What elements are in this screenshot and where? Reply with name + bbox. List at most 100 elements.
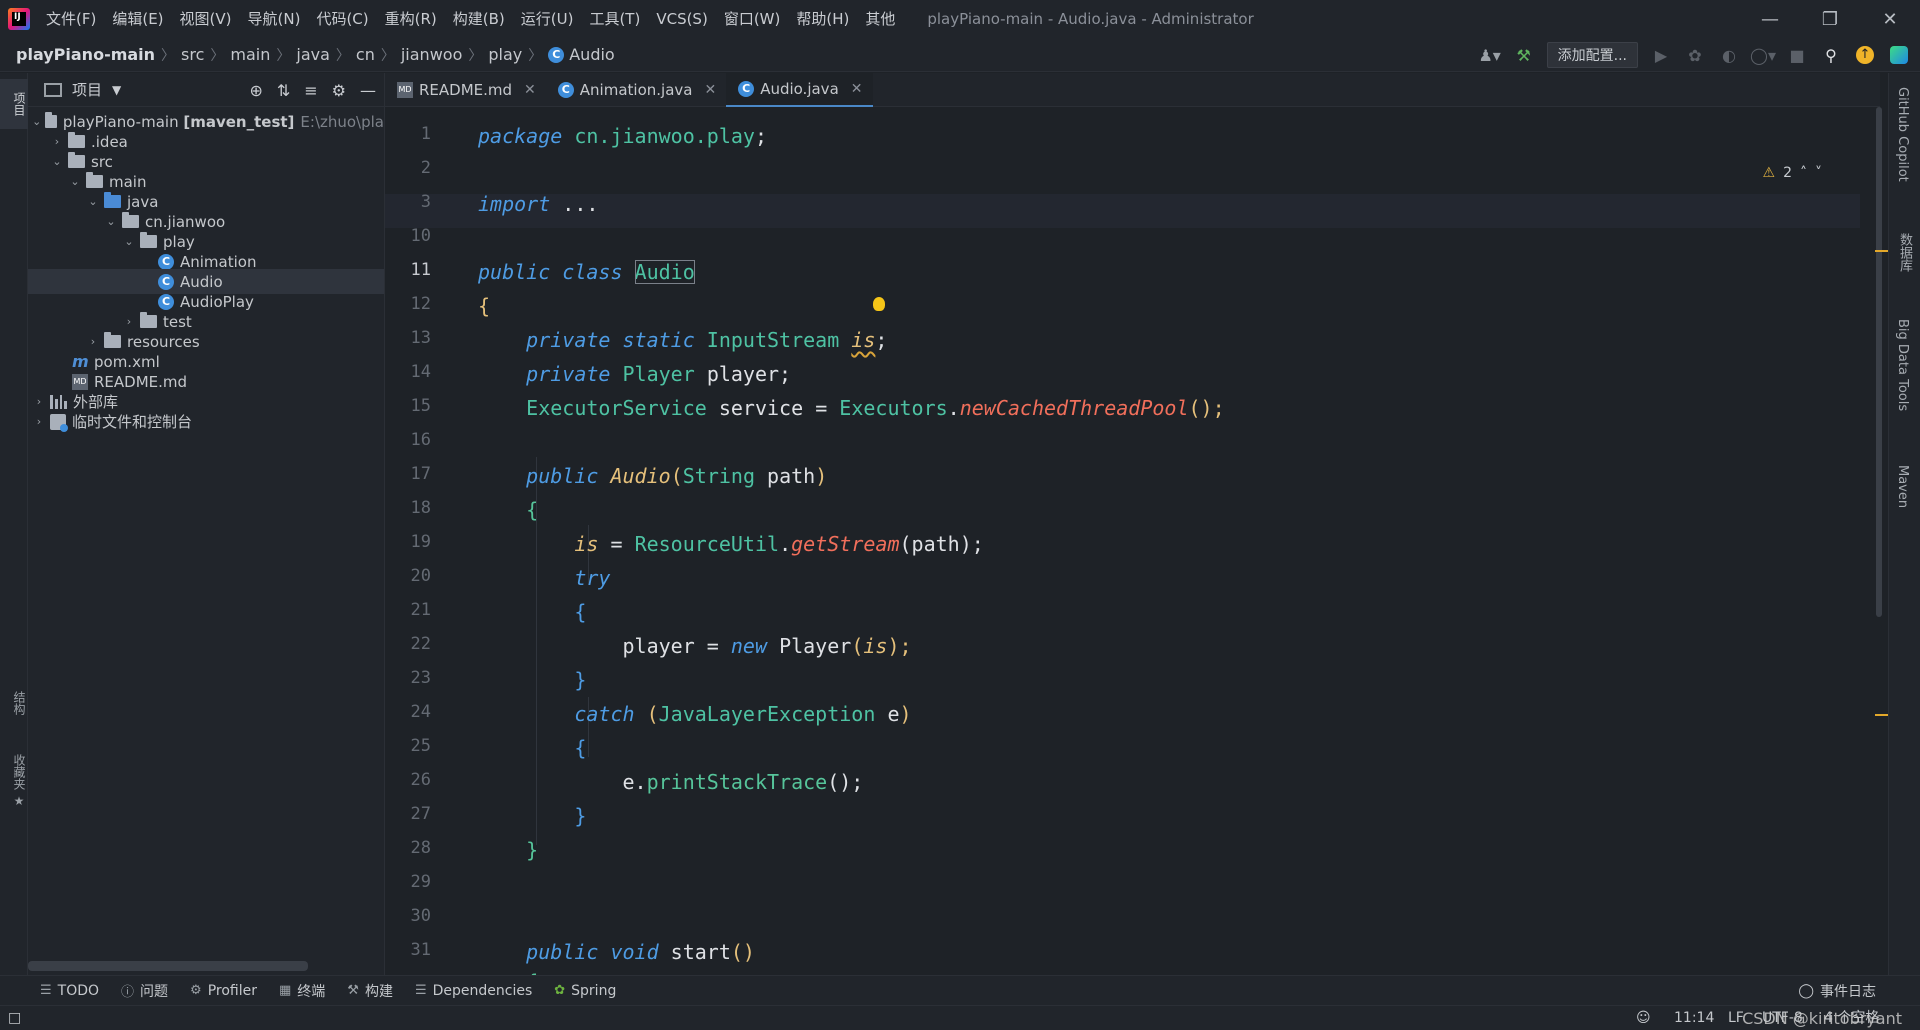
inspection-widget[interactable]: ⚠ 2 ˄ ˅ (1763, 165, 1822, 181)
github-copilot-tab[interactable]: GitHub Copilot (1895, 87, 1910, 182)
menu-navigate[interactable]: 导航(N) (240, 0, 309, 38)
project-tool-tab[interactable]: 项目 (0, 79, 28, 129)
chevron-right-icon[interactable]: › (32, 415, 46, 428)
main-toolbar: ♟▾ ⚒ 添加配置... ▶ ✿ ◐ ◯▾ ■ ⚲ ↑ (1478, 38, 1910, 72)
tab-readme[interactable]: MD README.md ✕ (385, 73, 546, 107)
menu-view[interactable]: 视图(V) (172, 0, 240, 38)
collapse-all-icon[interactable]: ≡ (304, 81, 317, 100)
menu-run[interactable]: 运行(U) (513, 0, 582, 38)
profile-icon[interactable]: ◯▾ (1750, 44, 1776, 66)
menu-vcs[interactable]: VCS(S) (648, 0, 715, 38)
expand-all-icon[interactable]: ⇅ (277, 81, 290, 100)
close-button[interactable]: ✕ (1860, 0, 1920, 38)
tree-item-label: AudioPlay (180, 292, 254, 311)
add-configuration-button[interactable]: 添加配置... (1546, 42, 1638, 68)
toggle-tool-windows-icon[interactable]: □ (8, 1006, 21, 1030)
breadcrumb-audio[interactable]: Audio (569, 45, 614, 64)
chevron-right-icon[interactable]: › (50, 135, 64, 148)
minimize-button[interactable]: — (1740, 0, 1800, 38)
favorites-tool-tab[interactable]: 收藏夹 ★ (0, 741, 28, 821)
breadcrumb-project[interactable]: playPiano-main (16, 45, 155, 64)
search-icon[interactable]: ⚲ (1820, 44, 1842, 66)
package-icon (122, 212, 139, 228)
problems-tool-button[interactable]: ⓘ 问题 (121, 981, 168, 1001)
debug-icon[interactable]: ✿ (1684, 44, 1706, 66)
breadcrumb-cn[interactable]: cn (356, 45, 375, 64)
punctuation: (); (1188, 396, 1225, 420)
tab-audio[interactable]: C Audio.java ✕ (726, 73, 873, 107)
lightbulb-icon[interactable] (873, 297, 885, 311)
close-icon[interactable]: ✕ (851, 81, 863, 97)
menu-code[interactable]: 代码(C) (308, 0, 376, 38)
chevron-down-icon[interactable]: ⌄ (32, 115, 41, 128)
chevron-down-icon[interactable]: ⌄ (50, 155, 64, 168)
chevron-up-icon[interactable]: ˄ (1800, 165, 1807, 181)
chevron-down-icon[interactable]: ▼ (112, 83, 121, 97)
line-number: 30 (410, 906, 431, 926)
breadcrumb-java[interactable]: java (296, 45, 330, 64)
terminal-icon: ▦ (279, 983, 292, 998)
menu-build[interactable]: 构建(B) (445, 0, 513, 38)
menu-refactor[interactable]: 重构(R) (377, 0, 445, 38)
chevron-down-icon[interactable]: ⌄ (104, 215, 118, 228)
menu-window[interactable]: 窗口(W) (716, 0, 789, 38)
copilot-status-icon[interactable]: ☺ (1636, 1006, 1651, 1030)
profiler-tool-button[interactable]: ⚙ Profiler (190, 983, 257, 999)
maven-tab[interactable]: Maven (1895, 465, 1910, 508)
profiler-icon: ⚙ (190, 983, 202, 998)
coverage-icon[interactable]: ◐ (1718, 44, 1740, 66)
menu-edit[interactable]: 编辑(E) (104, 0, 171, 38)
caret-position[interactable]: 11:14 (1674, 1006, 1714, 1030)
gear-icon[interactable]: ⚙ (332, 81, 346, 100)
close-icon[interactable]: ✕ (704, 82, 716, 98)
restore-button[interactable]: ❐ (1800, 0, 1860, 38)
project-view-selector[interactable]: 项目 (72, 79, 102, 100)
folded-imports[interactable]: ... (562, 192, 598, 216)
todo-tool-button[interactable]: ☰ TODO (40, 983, 99, 999)
stop-icon[interactable]: ■ (1786, 44, 1808, 66)
keyword: private (526, 362, 611, 386)
locate-icon[interactable]: ⊕ (249, 81, 262, 100)
dependencies-tool-button[interactable]: ☰ Dependencies (415, 983, 532, 999)
breadcrumb-main[interactable]: main (230, 45, 270, 64)
horizontal-scrollbar[interactable] (28, 961, 308, 971)
database-tab[interactable]: 数据库 (1895, 233, 1914, 272)
spring-tool-button[interactable]: ✿ Spring (554, 983, 616, 999)
arguments: (path); (899, 532, 984, 556)
run-icon[interactable]: ▶ (1650, 44, 1672, 66)
menu-tools[interactable]: 工具(T) (581, 0, 648, 38)
event-log-button[interactable]: ◯ 事件日志 (1798, 976, 1876, 1006)
code-area[interactable]: package cn.jianwoo.play; import ... publ… (478, 107, 1858, 994)
breadcrumb-src[interactable]: src (181, 45, 204, 64)
menu-other[interactable]: 其他 (857, 0, 903, 38)
chevron-down-icon[interactable]: ˅ (1815, 165, 1822, 181)
jetbrains-toolbox-icon[interactable] (1888, 44, 1910, 66)
breadcrumb-play[interactable]: play (488, 45, 522, 64)
tab-animation[interactable]: C Animation.java ✕ (546, 73, 726, 107)
menu-help[interactable]: 帮助(H) (788, 0, 857, 38)
chevron-down-icon[interactable]: ⌄ (68, 175, 82, 188)
chevron-right-icon[interactable]: › (32, 395, 46, 408)
method-call: getStream (791, 532, 900, 556)
breadcrumb-jianwoo[interactable]: jianwoo (401, 45, 463, 64)
chevron-right-icon: 〉 (380, 47, 395, 64)
menu-file[interactable]: 文件(F) (38, 0, 104, 38)
code-line-17: public Audio(String path) (478, 461, 827, 491)
chevron-right-icon[interactable]: › (86, 335, 100, 348)
chevron-down-icon[interactable]: ⌄ (86, 195, 100, 208)
chevron-right-icon: 〉 (528, 47, 543, 64)
build-tool-button[interactable]: ⚒ 构建 (347, 981, 393, 1001)
editor-scrollbar[interactable] (1876, 107, 1882, 617)
structure-tool-tab[interactable]: 结构 (0, 673, 28, 733)
terminal-tool-button[interactable]: ▦ 终端 (279, 981, 325, 1001)
close-icon[interactable]: ✕ (524, 82, 536, 98)
update-icon[interactable]: ↑ (1854, 44, 1876, 66)
big-data-tools-tab[interactable]: Big Data Tools (1895, 319, 1910, 411)
folder-icon (68, 132, 85, 148)
chevron-right-icon[interactable]: › (122, 315, 136, 328)
chevron-down-icon[interactable]: ⌄ (122, 235, 136, 248)
tree-item-scratches[interactable]: › 临时文件和控制台 (28, 409, 384, 434)
hide-icon[interactable]: — (360, 81, 376, 100)
user-icon[interactable]: ♟▾ (1478, 44, 1500, 66)
build-hammer-icon[interactable]: ⚒ (1513, 44, 1535, 66)
